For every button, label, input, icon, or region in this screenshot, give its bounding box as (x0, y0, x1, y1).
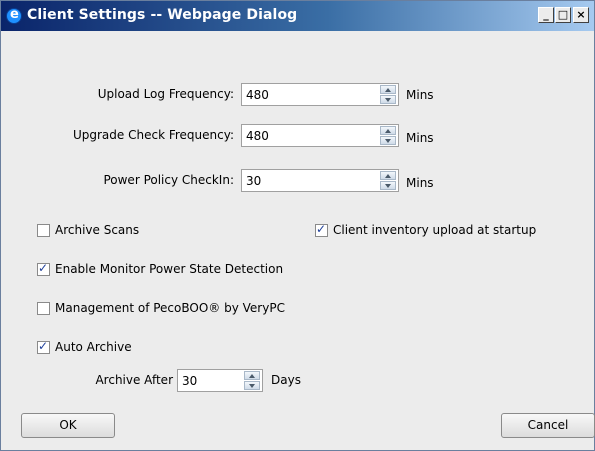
spin-up-icon[interactable] (380, 171, 396, 180)
spinner-arrows (380, 85, 396, 104)
upgrade-check-frequency-label: Upgrade Check Frequency: (72, 128, 234, 142)
power-policy-checkin-value: 30 (246, 174, 262, 188)
spin-up-icon[interactable] (244, 371, 260, 380)
dialog-window: Client Settings -- Webpage Dialog _ □ × … (0, 0, 595, 451)
monitor-power-state-checkbox[interactable] (37, 261, 50, 276)
ok-button[interactable]: OK (21, 413, 115, 438)
upgrade-check-frequency-value: 480 (246, 129, 269, 143)
archive-after-unit: Days (271, 373, 301, 387)
title-bar: Client Settings -- Webpage Dialog _ □ × (1, 1, 594, 31)
close-button[interactable]: × (573, 7, 589, 23)
archive-scans-checkbox[interactable] (37, 224, 50, 237)
upload-log-frequency-label: Upload Log Frequency: (97, 87, 234, 101)
ie-icon (6, 7, 22, 24)
archive-after-label: Archive After (95, 373, 173, 387)
client-inventory-checkbox[interactable] (315, 222, 328, 237)
upgrade-check-frequency-unit: Mins (406, 131, 434, 145)
power-policy-checkin-label: Power Policy CheckIn: (103, 173, 234, 187)
upload-log-frequency-value: 480 (246, 88, 269, 102)
maximize-button[interactable]: □ (555, 7, 571, 23)
upload-log-frequency-unit: Mins (406, 88, 434, 102)
power-policy-checkin-input[interactable]: 30 (241, 169, 399, 192)
spinner-arrows (380, 126, 396, 145)
monitor-power-state-label: Enable Monitor Power State Detection (55, 262, 284, 276)
spin-down-icon[interactable] (244, 381, 260, 390)
spinner-arrows (244, 371, 260, 390)
archive-after-value: 30 (182, 374, 198, 388)
spin-down-icon[interactable] (380, 95, 396, 104)
spin-up-icon[interactable] (380, 126, 396, 135)
window-title: Client Settings -- Webpage Dialog (27, 7, 298, 23)
pecoboo-management-label: Management of PecoBOO® by VeryPC (55, 301, 285, 315)
upgrade-check-frequency-input[interactable]: 480 (241, 124, 399, 147)
spin-up-icon[interactable] (380, 85, 396, 94)
power-policy-checkin-unit: Mins (406, 176, 434, 190)
minimize-button[interactable]: _ (538, 7, 554, 23)
auto-archive-checkbox[interactable] (37, 339, 50, 354)
cancel-button[interactable]: Cancel (501, 413, 595, 438)
upload-log-frequency-input[interactable]: 480 (241, 83, 399, 106)
spin-down-icon[interactable] (380, 181, 396, 190)
archive-after-input[interactable]: 30 (177, 369, 263, 392)
auto-archive-label: Auto Archive (55, 340, 132, 354)
spinner-arrows (380, 171, 396, 190)
pecoboo-management-checkbox[interactable] (37, 302, 50, 315)
client-inventory-label: Client inventory upload at startup (333, 223, 537, 237)
archive-scans-label: Archive Scans (55, 223, 140, 237)
dialog-content: Upload Log Frequency: 480 Mins Upgrade C… (1, 31, 595, 450)
spin-down-icon[interactable] (380, 136, 396, 145)
